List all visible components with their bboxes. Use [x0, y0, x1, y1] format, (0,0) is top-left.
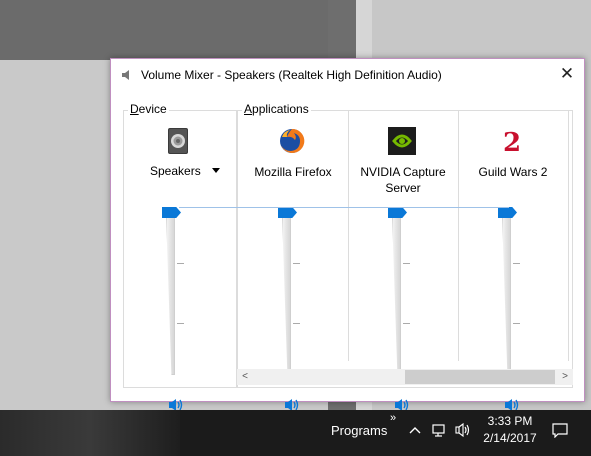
- app-column-firefox: Mozilla Firefox: [238, 111, 348, 411]
- close-button[interactable]: ✕: [556, 64, 578, 86]
- app-volume-slider[interactable]: [278, 207, 300, 377]
- window-title: Volume Mixer - Speakers (Realtek High De…: [141, 68, 442, 82]
- slider-tick: [513, 323, 520, 324]
- device-column: Speakers: [124, 111, 234, 411]
- slider-track: [282, 213, 291, 375]
- app-column-nvidia: NVIDIA Capture Server: [348, 111, 458, 411]
- toolbar-chevron-icon[interactable]: »: [390, 412, 396, 424]
- column-divider: [568, 111, 569, 361]
- slider-tick: [293, 263, 300, 264]
- show-hidden-icons-icon[interactable]: [407, 422, 423, 438]
- taskbar: » Programs 3:33 PM 2/14/2017: [0, 410, 591, 456]
- slider-tick: [177, 263, 184, 264]
- clock-date: 2/14/2017: [483, 431, 537, 445]
- volume-mixer-window: Volume Mixer - Speakers (Realtek High De…: [110, 58, 585, 411]
- volume-link-line: [179, 207, 509, 208]
- app-name: NVIDIA Capture Server: [360, 165, 446, 195]
- slider-track: [392, 213, 401, 375]
- slider-tick: [513, 263, 520, 264]
- slider-thumb[interactable]: [162, 207, 181, 218]
- slider-thumb[interactable]: [278, 207, 297, 218]
- slider-thumb[interactable]: [498, 207, 517, 218]
- svg-text:2: 2: [503, 128, 521, 155]
- background-window-dark: [0, 0, 328, 60]
- programs-toolbar[interactable]: Programs: [331, 423, 387, 438]
- volume-icon[interactable]: [455, 422, 471, 438]
- slider-thumb[interactable]: [388, 207, 407, 218]
- speaker-icon: [122, 70, 129, 80]
- device-group: Device Speakers: [123, 102, 237, 411]
- scrollbar-thumb[interactable]: [405, 370, 555, 384]
- slider-tick: [403, 323, 410, 324]
- clock[interactable]: 3:33 PM 2/14/2017: [478, 413, 542, 447]
- taskbar-left-area: [0, 410, 180, 456]
- app-volume-slider[interactable]: [498, 207, 520, 377]
- app-name: Mozilla Firefox: [254, 165, 332, 179]
- slider-tick: [177, 323, 184, 324]
- app-column-guild-wars-2: 2 Guild Wars 2: [458, 111, 568, 411]
- applications-group: Applications Mozilla Firefox NVIDIA Capt…: [237, 102, 573, 411]
- app-name: Guild Wars 2: [478, 165, 548, 179]
- device-dropdown-arrow-icon[interactable]: [212, 168, 220, 173]
- slider-track: [166, 213, 175, 375]
- slider-tick: [293, 323, 300, 324]
- scroll-right-icon[interactable]: >: [557, 369, 573, 385]
- clock-time: 3:33 PM: [487, 414, 533, 428]
- scroll-left-icon[interactable]: <: [237, 369, 253, 385]
- app-volume-slider[interactable]: [388, 207, 410, 377]
- nvidia-icon: [388, 127, 416, 155]
- network-icon[interactable]: [431, 422, 447, 438]
- device-volume-slider[interactable]: [162, 207, 184, 377]
- slider-tick: [403, 263, 410, 264]
- horizontal-scrollbar[interactable]: < >: [237, 369, 573, 385]
- device-name: Speakers: [150, 164, 201, 178]
- speakers-device-icon: [168, 128, 188, 154]
- guild-wars-2-icon: 2: [503, 128, 521, 155]
- slider-track: [502, 213, 511, 375]
- title-bar[interactable]: Volume Mixer - Speakers (Realtek High De…: [111, 59, 584, 91]
- action-center-icon[interactable]: [552, 422, 568, 438]
- firefox-icon: [280, 128, 305, 153]
